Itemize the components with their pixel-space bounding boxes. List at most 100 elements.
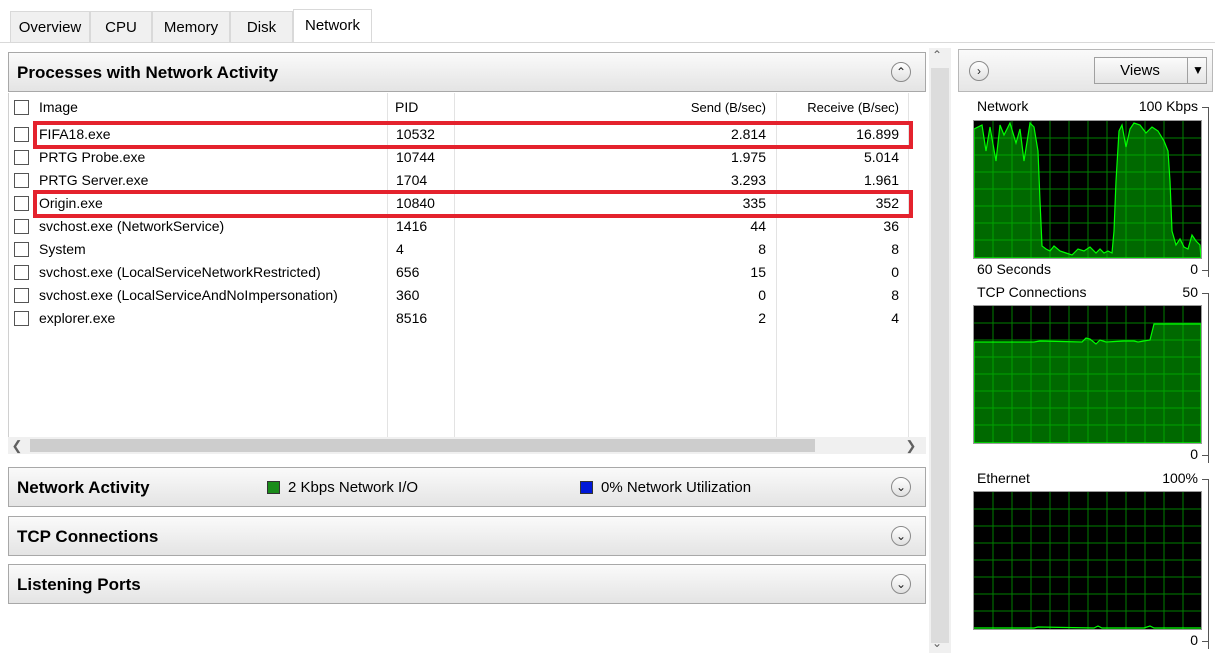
dropdown-arrow-icon[interactable]: ▼ xyxy=(1192,58,1204,83)
row-checkbox[interactable] xyxy=(14,173,29,188)
row-checkbox[interactable] xyxy=(14,196,29,211)
column-header-send[interactable]: Send (B/sec) xyxy=(691,96,766,119)
tcp-connections-section-header[interactable]: TCP Connections ⌄ xyxy=(8,516,926,556)
tab-network[interactable]: Network xyxy=(293,9,372,43)
chevron-down-icon[interactable]: ⌄ xyxy=(891,526,911,546)
process-receive: 5.014 xyxy=(863,149,899,165)
process-send: 0 xyxy=(758,287,766,303)
process-send: 8 xyxy=(758,241,766,257)
process-receive: 0 xyxy=(891,264,899,280)
process-image: svchost.exe (NetworkService) xyxy=(39,218,225,234)
horizontal-scroll-thumb[interactable] xyxy=(30,439,815,452)
row-checkbox[interactable] xyxy=(14,219,29,234)
tcp-graph-min: 0 xyxy=(1190,446,1198,462)
process-send: 1.975 xyxy=(730,149,766,165)
network-graph-footer: 60 Seconds xyxy=(977,261,1051,277)
process-pid: 1416 xyxy=(396,218,428,234)
process-image: svchost.exe (LocalServiceAndNoImpersonat… xyxy=(39,287,338,303)
process-pid: 10744 xyxy=(396,149,435,165)
network-activity-section-header[interactable]: Network Activity 2 Kbps Network I/O 0% N… xyxy=(8,467,926,507)
process-image: System xyxy=(39,241,86,257)
process-send: 2 xyxy=(758,310,766,326)
process-receive: 4 xyxy=(891,310,899,326)
network-utilization-legend-icon xyxy=(580,481,593,494)
ethernet-graph-min: 0 xyxy=(1190,632,1198,648)
process-pid: 8516 xyxy=(396,310,428,326)
network-io-legend-icon xyxy=(267,481,280,494)
process-pid: 4 xyxy=(396,241,404,257)
tcp-graph-label: TCP Connections xyxy=(977,284,1087,300)
ethernet-graph xyxy=(973,491,1202,630)
views-label: Views xyxy=(1120,62,1160,79)
network-graph-label: Network xyxy=(977,98,1029,114)
row-checkbox[interactable] xyxy=(14,265,29,280)
tcp-graph-max: 50 xyxy=(1182,284,1198,300)
vertical-scroll-thumb[interactable] xyxy=(931,68,949,643)
row-checkbox[interactable] xyxy=(14,150,29,165)
column-header-pid[interactable]: PID xyxy=(395,96,418,119)
vertical-scrollbar[interactable]: ⌃ ⌄ xyxy=(929,48,951,653)
scroll-down-arrow-icon[interactable]: ⌄ xyxy=(932,636,942,650)
table-row[interactable]: svchost.exe (LocalServiceNetworkRestrict… xyxy=(9,261,909,284)
tab-overview[interactable]: Overview xyxy=(10,11,90,42)
table-header: Image PID Send (B/sec) Receive (B/sec) xyxy=(9,96,909,119)
process-pid: 656 xyxy=(396,264,420,280)
network-graph xyxy=(973,120,1202,259)
column-header-receive[interactable]: Receive (B/sec) xyxy=(807,96,899,119)
chevron-down-icon[interactable]: ⌄ xyxy=(891,574,911,594)
process-send: 15 xyxy=(750,264,766,280)
table-row[interactable]: PRTG Server.exe 1704 3.293 1.961 xyxy=(9,169,909,192)
process-image: svchost.exe (LocalServiceNetworkRestrict… xyxy=(39,264,321,280)
highlight-box-fifa xyxy=(33,121,913,149)
ethernet-graph-max: 100% xyxy=(1162,470,1198,486)
tcp-graph-plot xyxy=(974,306,1201,443)
process-send: 3.293 xyxy=(730,172,766,188)
chevron-up-icon[interactable]: ⌃ xyxy=(891,62,911,82)
network-activity-title: Network Activity xyxy=(17,478,150,497)
process-receive: 36 xyxy=(883,218,899,234)
process-receive: 8 xyxy=(891,287,899,303)
process-image: explorer.exe xyxy=(39,310,116,326)
process-receive: 1.961 xyxy=(863,172,899,188)
collapse-panel-chevron-icon[interactable]: › xyxy=(969,61,989,81)
row-checkbox[interactable] xyxy=(14,311,29,326)
process-send: 44 xyxy=(750,218,766,234)
table-row[interactable]: System 4 8 8 xyxy=(9,238,909,261)
ethernet-graph-label: Ethernet xyxy=(977,470,1030,486)
views-button[interactable]: Views ▼ xyxy=(1094,57,1207,84)
tab-disk[interactable]: Disk xyxy=(230,11,293,42)
network-graph-plot xyxy=(974,121,1201,258)
listening-ports-title: Listening Ports xyxy=(17,575,141,594)
processes-table: Image PID Send (B/sec) Receive (B/sec) F… xyxy=(8,93,913,437)
network-utilization-text: 0% Network Utilization xyxy=(601,479,752,496)
row-checkbox[interactable] xyxy=(14,242,29,257)
column-header-image[interactable]: Image xyxy=(39,96,78,119)
scroll-up-arrow-icon[interactable]: ⌃ xyxy=(932,48,942,62)
row-checkbox[interactable] xyxy=(14,127,29,142)
tab-bar: Overview CPU Memory Disk Network xyxy=(0,0,1215,43)
listening-ports-section-header[interactable]: Listening Ports ⌄ xyxy=(8,564,926,604)
network-graph-max: 100 Kbps xyxy=(1138,98,1198,114)
tcp-connections-title: TCP Connections xyxy=(17,527,159,546)
network-graph-min: 0 xyxy=(1190,261,1198,277)
tab-memory[interactable]: Memory xyxy=(152,11,230,42)
table-row[interactable]: explorer.exe 8516 2 4 xyxy=(9,307,909,330)
scroll-left-arrow-icon[interactable]: ❮ xyxy=(8,437,26,454)
ethernet-graph-plot xyxy=(974,492,1201,629)
horizontal-scrollbar[interactable]: ❮ ❯ xyxy=(8,437,926,454)
right-panel-header: › Views ▼ xyxy=(958,49,1213,92)
tcp-connections-graph xyxy=(973,305,1202,444)
chevron-down-icon[interactable]: ⌄ xyxy=(891,477,911,497)
scroll-right-arrow-icon[interactable]: ❯ xyxy=(902,437,920,454)
tab-cpu[interactable]: CPU xyxy=(90,11,152,42)
table-row[interactable]: PRTG Probe.exe 10744 1.975 5.014 xyxy=(9,146,909,169)
highlight-box-origin xyxy=(33,190,913,218)
process-pid: 360 xyxy=(396,287,420,303)
processes-section-header[interactable]: Processes with Network Activity ⌃ xyxy=(8,52,926,92)
table-row[interactable]: svchost.exe (NetworkService) 1416 44 36 xyxy=(9,215,909,238)
process-receive: 8 xyxy=(891,241,899,257)
process-pid: 1704 xyxy=(396,172,428,188)
table-row[interactable]: svchost.exe (LocalServiceAndNoImpersonat… xyxy=(9,284,909,307)
row-checkbox[interactable] xyxy=(14,288,29,303)
select-all-checkbox[interactable] xyxy=(14,100,29,115)
